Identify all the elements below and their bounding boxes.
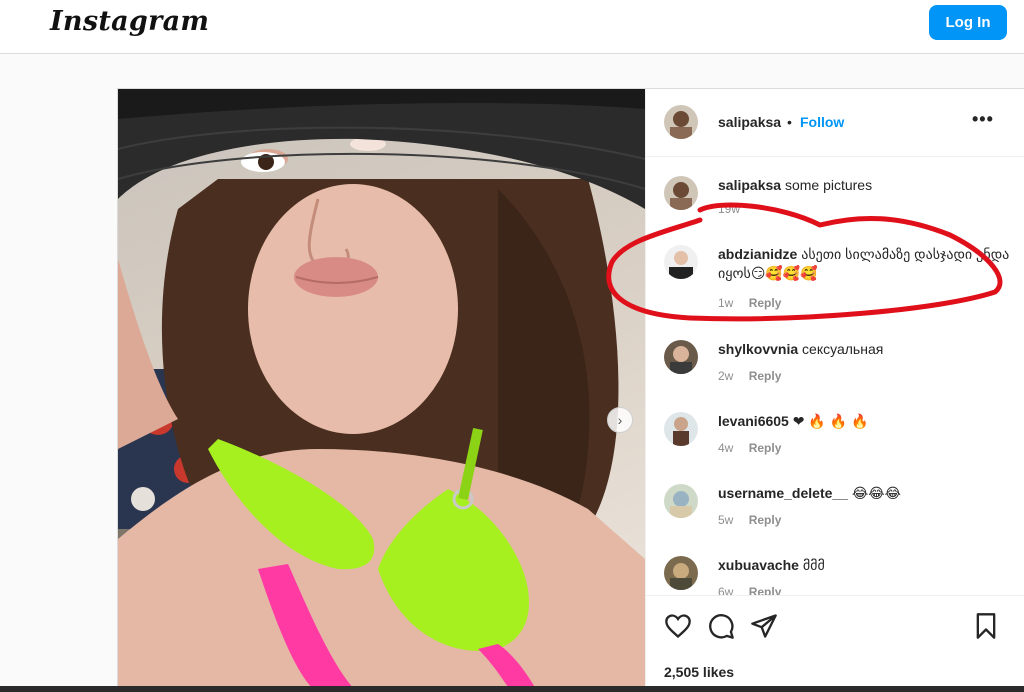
reply-button[interactable]: Reply (749, 296, 782, 310)
comment-age: 5w (718, 513, 734, 527)
comment-body: shylkovvnia сексуальная (718, 340, 1018, 359)
next-photo-button[interactable]: › (607, 407, 633, 433)
comment-meta: 1w Reply (718, 296, 781, 310)
comment-meta: 4w Reply (718, 441, 781, 455)
comment-text: მმმ (802, 557, 825, 573)
post-header: salipaksa • Follow ••• (646, 89, 1024, 157)
comment-age: 6w (718, 585, 734, 595)
heart-icon[interactable] (664, 612, 692, 640)
comment-age: 19w (718, 202, 741, 216)
login-button[interactable]: Log In (929, 5, 1007, 40)
comment-icon[interactable] (707, 612, 735, 640)
follow-button[interactable]: Follow (800, 114, 844, 130)
comment-body: abdzianidze ასეთი სილამაზე დასჯადი უნდა … (718, 245, 1018, 283)
comment-username[interactable]: levani6605 (718, 413, 789, 429)
reply-button[interactable]: Reply (749, 585, 782, 595)
comment-username[interactable]: shylkovvnia (718, 341, 798, 357)
avatar[interactable] (664, 245, 698, 279)
comment-text: 😂😂😂 (851, 485, 901, 501)
avatar[interactable] (664, 105, 698, 139)
avatar[interactable] (664, 340, 698, 374)
comment-username[interactable]: xubuavache (718, 557, 799, 573)
separator-dot: • (787, 114, 792, 130)
comment-username[interactable]: abdzianidze (718, 246, 797, 262)
comment-meta: 6w Reply (718, 585, 781, 595)
comment-text: ❤ 🔥 🔥 🔥 (792, 413, 869, 429)
comment-username[interactable]: username_delete__ (718, 485, 848, 501)
more-icon[interactable]: ••• (972, 109, 994, 130)
post-author-username[interactable]: salipaksa (718, 114, 781, 130)
instagram-logo[interactable]: Instagram (50, 6, 209, 37)
reply-button[interactable]: Reply (749, 441, 782, 455)
comment-text: сексуальная (802, 341, 884, 357)
comment-body: xubuavache მმმ (718, 556, 1018, 575)
comment-meta: 5w Reply (718, 513, 781, 527)
avatar[interactable] (664, 556, 698, 590)
comment-age: 1w (718, 296, 734, 310)
comment-text: some pictures (784, 177, 873, 193)
top-bar: Instagram Log In (0, 0, 1024, 54)
comment-username[interactable]: salipaksa (718, 177, 781, 193)
post-photo[interactable]: › (118, 89, 645, 692)
avatar[interactable] (664, 484, 698, 518)
bookmark-icon[interactable] (972, 612, 1000, 640)
comment-meta: 19w (718, 202, 740, 216)
comment-body: username_delete__ 😂😂😂 (718, 484, 1018, 503)
comment-meta: 2w Reply (718, 369, 781, 383)
avatar[interactable] (664, 176, 698, 210)
photo-illustration (118, 89, 645, 692)
likes-count[interactable]: 2,505 likes (664, 664, 734, 680)
reply-button[interactable]: Reply (749, 513, 782, 527)
post-side-panel: salipaksa • Follow ••• salipaksa some pi… (645, 89, 1024, 692)
comment-body: levani6605 ❤ 🔥 🔥 🔥 (718, 412, 1018, 431)
comment-age: 2w (718, 369, 734, 383)
chevron-right-icon: › (617, 412, 623, 428)
post-card: › salipaksa • Follow ••• salipaksa some … (117, 88, 1024, 692)
comment-list[interactable]: salipaksa some pictures 19w abdzianidze … (646, 158, 1024, 595)
comment-age: 4w (718, 441, 734, 455)
post-actions: 2,505 likes (646, 595, 1024, 692)
taskbar-strip (0, 686, 1024, 692)
avatar[interactable] (664, 412, 698, 446)
comment-body: salipaksa some pictures (718, 176, 1018, 195)
share-icon[interactable] (750, 612, 778, 640)
reply-button[interactable]: Reply (749, 369, 782, 383)
